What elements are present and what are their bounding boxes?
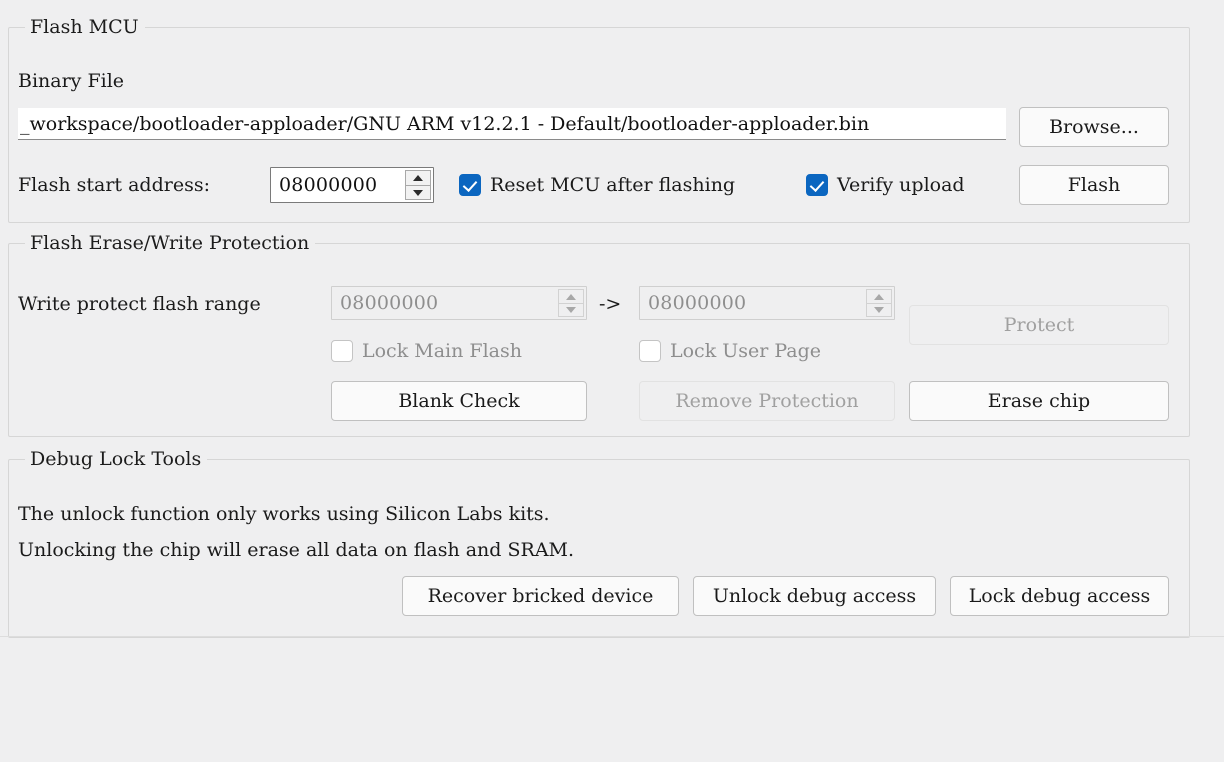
flash-button[interactable]: Flash <box>1019 165 1169 205</box>
lock-debug-access-button[interactable]: Lock debug access <box>950 576 1169 616</box>
flash-start-address-label: Flash start address: <box>18 174 210 196</box>
write-protect-start-value[interactable]: 08000000 <box>332 287 558 319</box>
chevron-up-icon <box>566 293 576 300</box>
flash-mcu-group-title: Flash MCU <box>25 15 145 39</box>
write-protect-start-spinbox[interactable]: 08000000 <box>331 286 587 320</box>
lock-main-flash-checkbox-label: Lock Main Flash <box>362 340 522 362</box>
remove-protection-button[interactable]: Remove Protection <box>639 381 895 421</box>
bottom-divider <box>0 636 1224 637</box>
verify-upload-checkbox[interactable] <box>806 174 828 196</box>
browse-button[interactable]: Browse... <box>1019 107 1169 147</box>
write-protect-range-label: Write protect flash range <box>18 293 261 315</box>
binary-file-input[interactable] <box>18 108 1006 140</box>
debug-lock-info-line-1: The unlock function only works using Sil… <box>18 503 550 525</box>
chevron-down-icon <box>874 307 884 313</box>
lock-user-page-checkbox[interactable] <box>639 340 661 362</box>
spin-up-button[interactable] <box>866 289 892 303</box>
erase-chip-button[interactable]: Erase chip <box>909 381 1169 421</box>
chevron-down-icon <box>413 189 423 196</box>
range-arrow-label: -> <box>599 293 622 315</box>
write-protect-end-value[interactable]: 08000000 <box>640 287 866 319</box>
reset-mcu-checkbox[interactable] <box>459 174 481 196</box>
chevron-down-icon <box>566 307 576 313</box>
spin-up-button[interactable] <box>558 289 584 303</box>
flash-protection-group-title: Flash Erase/Write Protection <box>25 231 316 255</box>
flash-start-address-spinbox[interactable]: 08000000 <box>270 167 434 203</box>
debug-lock-info-line-2: Unlocking the chip will erase all data o… <box>18 539 575 561</box>
verify-upload-checkbox-label: Verify upload <box>837 174 965 196</box>
lock-user-page-checkbox-row[interactable]: Lock User Page <box>639 339 821 363</box>
recover-bricked-device-button[interactable]: Recover bricked device <box>402 576 679 616</box>
verify-upload-checkbox-row[interactable]: Verify upload <box>806 173 965 197</box>
lock-main-flash-checkbox[interactable] <box>331 340 353 362</box>
flash-start-address-value[interactable]: 08000000 <box>271 168 405 202</box>
blank-check-button[interactable]: Blank Check <box>331 381 587 421</box>
lock-main-flash-checkbox-row[interactable]: Lock Main Flash <box>331 339 522 363</box>
write-protect-end-stepper[interactable] <box>866 289 892 317</box>
spin-down-button[interactable] <box>558 303 584 317</box>
flash-tool-panel: Flash MCU Binary File Browse... Flash st… <box>0 0 1224 762</box>
spin-down-button[interactable] <box>866 303 892 317</box>
debug-lock-group-title: Debug Lock Tools <box>25 447 208 471</box>
write-protect-end-spinbox[interactable]: 08000000 <box>639 286 895 320</box>
reset-mcu-checkbox-label: Reset MCU after flashing <box>490 174 736 196</box>
spin-up-button[interactable] <box>405 170 431 185</box>
chevron-up-icon <box>413 175 423 181</box>
lock-user-page-checkbox-label: Lock User Page <box>670 340 822 362</box>
flash-start-address-stepper[interactable] <box>405 170 431 200</box>
unlock-debug-access-button[interactable]: Unlock debug access <box>693 576 936 616</box>
reset-mcu-checkbox-row[interactable]: Reset MCU after flashing <box>459 173 735 197</box>
binary-file-label: Binary File <box>18 70 125 92</box>
chevron-up-icon <box>874 293 884 300</box>
protect-button[interactable]: Protect <box>909 305 1169 345</box>
write-protect-start-stepper[interactable] <box>558 289 584 317</box>
spin-down-button[interactable] <box>405 185 431 200</box>
